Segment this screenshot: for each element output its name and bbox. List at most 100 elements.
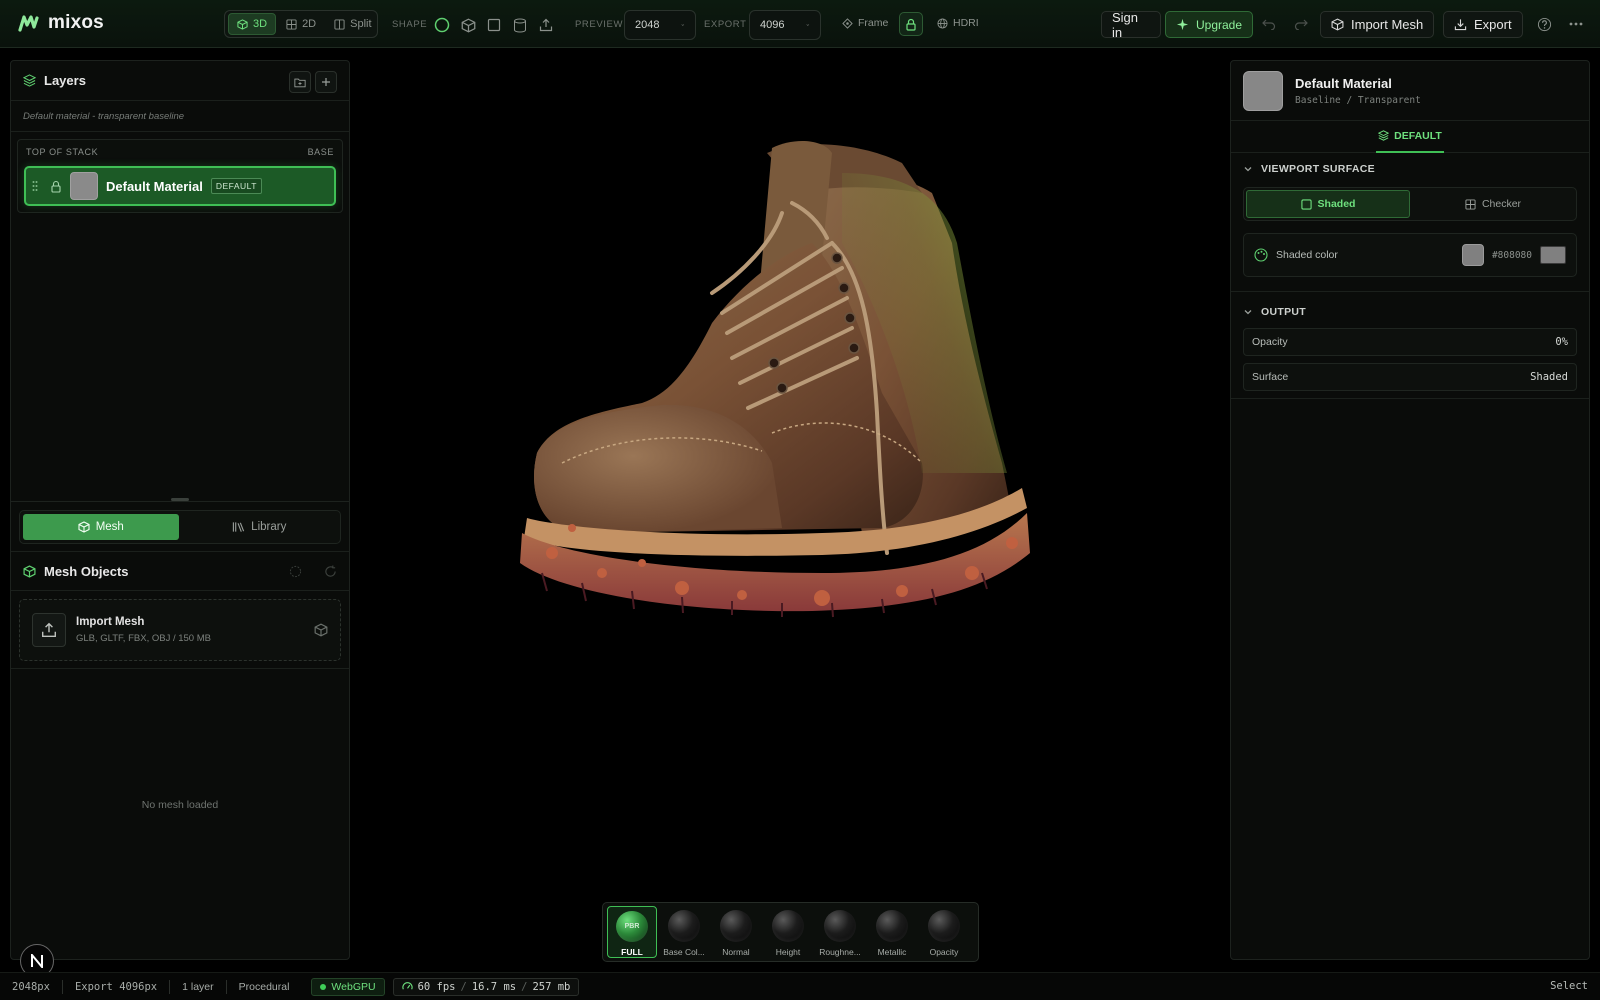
library-icon <box>233 522 245 532</box>
stack-base-label: BASE <box>307 147 334 157</box>
section-divider <box>1231 398 1589 399</box>
channel-roughness[interactable]: Roughne... <box>815 906 865 958</box>
shaded-color-swatch[interactable] <box>1461 244 1484 266</box>
view-mode-3d[interactable]: 3D <box>228 13 277 35</box>
channel-full-label: FULL <box>621 947 643 957</box>
layers-icon <box>1378 130 1390 141</box>
shaded-color-hex[interactable]: #808080 <box>1492 250 1532 261</box>
export-resolution-value: 4096 <box>760 19 785 31</box>
status-layer-count: 1 layer <box>170 979 227 994</box>
channel-metallic[interactable]: Metallic <box>867 906 917 958</box>
shape-cylinder-button[interactable] <box>511 16 529 34</box>
status-memory: 257 mb <box>532 980 571 993</box>
shaded-color-picker[interactable] <box>1540 246 1566 264</box>
cylinder-icon <box>514 18 526 32</box>
surface-shaded-label: Shaded <box>1317 198 1356 210</box>
lock-toggle[interactable] <box>899 12 923 36</box>
status-performance: 60 fps / 16.7 ms / 257 mb <box>392 977 580 996</box>
viewport-surface-section-toggle[interactable]: VIEWPORT SURFACE <box>1231 153 1589 185</box>
view-mode-3d-label: 3D <box>253 18 268 30</box>
app-logo[interactable]: mixos <box>18 12 104 34</box>
cube-icon <box>461 18 475 32</box>
app-name: mixos <box>48 12 104 33</box>
3d-viewport[interactable]: PBR FULL Base Col... Normal Height Rough… <box>352 48 1204 962</box>
target-icon[interactable] <box>289 565 302 578</box>
channel-opacity[interactable]: Opacity <box>919 906 969 958</box>
n-logo-icon <box>31 954 43 968</box>
channel-normal[interactable]: Normal <box>711 906 761 958</box>
surface-property[interactable]: Surface Shaded <box>1243 363 1577 391</box>
channel-base-color[interactable]: Base Col... <box>659 906 709 958</box>
sign-in-button[interactable]: Sign in <box>1101 10 1161 40</box>
plane-icon <box>487 18 501 32</box>
opacity-value[interactable]: 0% <box>1555 336 1568 348</box>
resize-handle[interactable] <box>171 498 189 501</box>
status-active-tool: Select <box>1550 980 1588 992</box>
output-section-toggle[interactable]: OUTPUT <box>1231 296 1589 328</box>
layers-title: Layers <box>44 73 86 88</box>
channel-sphere <box>876 910 908 942</box>
square-icon <box>1300 198 1312 210</box>
import-mesh-top-label: Import Mesh <box>1351 17 1424 32</box>
opacity-label: Opacity <box>1252 336 1288 348</box>
grid-icon <box>286 18 297 30</box>
preview-resolution-select[interactable]: 2048 <box>624 10 696 40</box>
material-title: Default Material <box>1295 75 1392 91</box>
export-label: EXPORT <box>704 19 747 30</box>
undo-button[interactable] <box>1260 15 1278 33</box>
help-button[interactable] <box>1535 15 1553 33</box>
hdri-button[interactable]: HDRI <box>937 17 979 29</box>
add-layer-button[interactable] <box>315 71 337 93</box>
mode-library-label: Library <box>251 521 287 533</box>
import-mesh-top-button[interactable]: Import Mesh <box>1320 11 1435 38</box>
surface-checker-label: Checker <box>1481 198 1522 210</box>
shape-cube-button[interactable] <box>459 16 477 34</box>
cube-icon <box>237 18 248 30</box>
view-mode-2d[interactable]: 2D <box>278 13 324 35</box>
stack-top-label: TOP OF STACK <box>26 147 99 157</box>
channel-sphere <box>720 910 752 942</box>
channel-height[interactable]: Height <box>763 906 813 958</box>
status-export-resolution: Export 4096px <box>63 979 171 994</box>
more-menu-button[interactable] <box>1567 15 1585 33</box>
upgrade-button[interactable]: Upgrade <box>1165 11 1254 38</box>
surface-value[interactable]: Shaded <box>1530 371 1568 383</box>
split-icon <box>334 18 345 30</box>
layer-thumbnail <box>70 172 98 200</box>
status-fps: 60 fps <box>417 980 456 993</box>
tab-default-label: DEFAULT <box>1394 129 1442 142</box>
status-gpu-label: WebGPU <box>331 980 376 993</box>
output-label: OUTPUT <box>1261 306 1306 318</box>
lock-icon <box>906 18 916 31</box>
more-horizontal-icon <box>1569 22 1583 26</box>
import-mesh-dropzone[interactable]: Import Mesh GLB, GLTF, FBX, OBJ / 150 MB <box>19 599 341 661</box>
channel-normal-label: Normal <box>722 947 750 957</box>
sphere-icon <box>434 17 450 33</box>
tab-default[interactable]: DEFAULT <box>1376 121 1444 153</box>
channel-full[interactable]: PBR FULL <box>607 906 657 958</box>
surface-shaded-button[interactable]: Shaded <box>1246 190 1410 218</box>
frame-button[interactable]: Frame <box>842 17 888 29</box>
shape-sphere-button[interactable] <box>433 16 451 34</box>
export-button[interactable]: Export <box>1443 11 1523 38</box>
upload-icon <box>42 622 56 637</box>
mode-library-tab[interactable]: Library <box>182 514 338 540</box>
drag-handle-icon[interactable] <box>32 180 38 192</box>
add-folder-button[interactable] <box>289 71 311 93</box>
surface-checker-button[interactable]: Checker <box>1412 190 1574 218</box>
channel-sphere <box>824 910 856 942</box>
gauge-icon <box>401 982 413 990</box>
panel-divider <box>11 501 349 502</box>
mode-mesh-tab[interactable]: Mesh <box>23 514 179 540</box>
shape-plane-button[interactable] <box>485 16 503 34</box>
viewport-surface-label: VIEWPORT SURFACE <box>1261 163 1375 175</box>
view-mode-split[interactable]: Split <box>326 13 379 35</box>
opacity-property[interactable]: Opacity 0% <box>1243 328 1577 356</box>
redo-button[interactable] <box>1292 15 1310 33</box>
mesh-objects-header: Mesh Objects <box>11 551 349 591</box>
shape-upload-button[interactable] <box>537 16 555 34</box>
layer-item-default-material[interactable]: Default Material DEFAULT <box>24 166 336 206</box>
export-resolution-select[interactable]: 4096 <box>749 10 821 40</box>
lock-icon[interactable] <box>50 180 62 193</box>
refresh-icon[interactable] <box>324 564 337 578</box>
